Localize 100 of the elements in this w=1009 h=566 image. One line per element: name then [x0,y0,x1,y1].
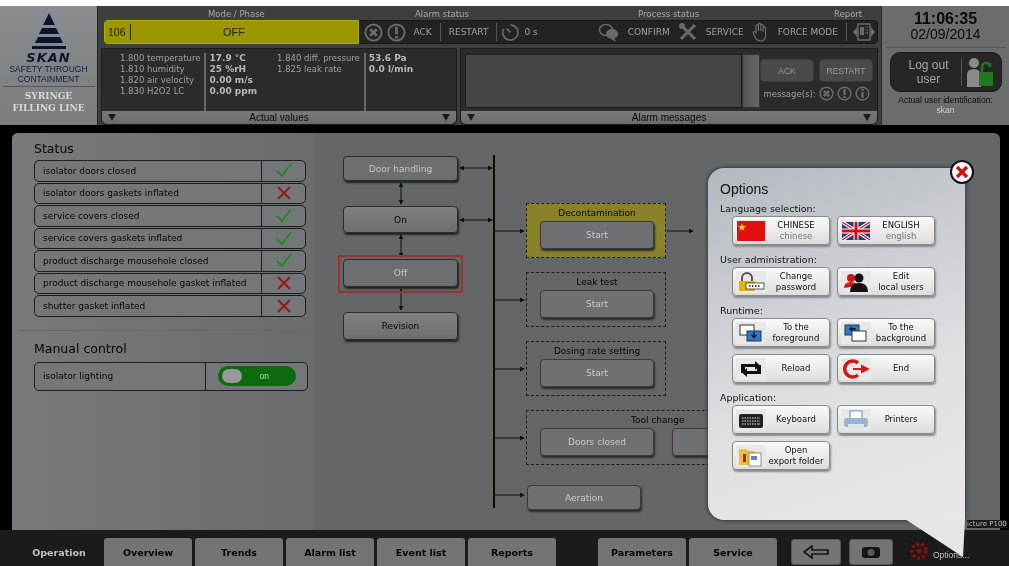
back-button[interactable] [791,539,841,565]
connector-arrow [459,165,493,171]
close-icon [955,165,969,179]
section-title: Manual control [33,340,128,357]
section-title: User administration: [720,253,818,267]
panel-footer-bar[interactable]: Actual values [102,111,456,124]
info-icon [854,86,870,101]
confirm-button[interactable]: CONFIRM [623,27,674,37]
user-id-label: Actual user identification: [898,95,993,105]
status-label: isolator doors closed [42,165,138,176]
caret-down-icon [863,114,871,121]
measurement-label: 1.800 temperature [120,53,201,64]
report-icon [851,22,877,42]
settings-icon[interactable] [902,538,928,562]
option-button[interactable]: CHINESE chinese [732,216,830,245]
measurement-value: 17.9 °C [209,53,247,64]
status-label: product discharge mousehole gasket inflated [42,278,248,289]
status-label: product discharge mousehole closed [42,255,210,266]
nav-tab[interactable]: Alarm list [286,538,374,566]
option-button[interactable]: ENGLISH english [837,216,935,245]
phase-title: Dosing rate setting [552,345,642,358]
connector-arrow [398,234,404,258]
connector-arrow [666,228,694,234]
measurement-label: 1.810 humidity [120,64,186,75]
nav-tab[interactable]: Reports [468,538,556,566]
error-icon [818,86,834,101]
control-label: isolator lighting [42,371,115,381]
arrow-left-icon [803,545,829,559]
warning-icon [836,86,852,101]
stopwatch-icon [501,22,521,42]
users-icon [843,271,869,292]
service-button[interactable]: SERVICE [701,27,748,37]
caret-down-icon [442,114,450,121]
restart-button[interactable]: RESTART [819,59,873,82]
measurement-label: 1.840 diff. pressure [277,53,360,64]
option-button[interactable]: Keyboard [732,405,830,434]
measurement-label: 1.825 leak rate [277,64,343,75]
section-label: Mode / Phase [208,9,265,19]
phase-title: Decontamination [557,207,637,220]
panel-title: Alarm messages [631,112,707,123]
mode-value: OFF [222,26,247,38]
popup-title: Options [720,180,770,198]
connector-arrow [494,492,525,498]
toggle-switch[interactable]: on [217,366,296,386]
options-button[interactable]: Options... [933,550,973,566]
section-label: Process status [638,9,700,19]
chat-icon [597,22,620,42]
measurement-value: 25 %rH [209,64,248,75]
ack-button[interactable]: ACK [760,59,814,82]
option-button[interactable]: Edit local users [837,267,935,296]
option-button[interactable]: To the foreground [732,318,830,347]
panel-footer-bar[interactable]: Alarm messages [461,111,877,124]
measurement-label: 1.830 H2O2 LC [120,86,186,97]
option-button[interactable]: Open export folder [732,441,830,470]
connector-arrow [494,366,525,372]
reload-icon [738,358,764,379]
status-label: shutter gasket inflated [42,300,147,311]
nav-tab[interactable]: Parameters [598,538,686,566]
user-name: skan [936,105,955,115]
section-label: Report [834,9,863,19]
timer-value: 0 s [524,27,538,37]
option-button[interactable]: End [837,354,935,383]
flag-icon [737,220,765,241]
nav-tab[interactable]: Service [689,538,777,566]
connector-arrow [494,435,525,441]
nav-tab[interactable]: Overview [104,538,192,566]
connector-arrow [459,217,493,223]
warning-icon [386,22,406,42]
error-icon [363,22,383,42]
ack-button[interactable]: ACK [409,27,436,37]
mode-button[interactable]: Revision [343,312,458,340]
panel-title: Actual values [249,112,309,123]
option-button[interactable]: Reload [732,354,830,383]
phase-title: Leak test [575,276,619,289]
connector-arrow [494,297,525,303]
windows-icon [843,322,869,343]
measurement-value: 0.00 m/s [209,75,254,86]
option-button[interactable]: Printers [837,405,935,434]
nav-tab[interactable]: Event list [377,538,465,566]
force-mode-button[interactable]: FORCE MODE [773,27,842,37]
user-padlock-icon [964,55,995,89]
line-name: SYRINGE FILLING LINE [12,90,85,114]
phase-title: Tool change [631,414,685,427]
restart-button[interactable]: RESTART [444,27,493,37]
exit-icon [843,358,869,379]
caret-down-icon [108,114,116,121]
camera-icon [861,545,881,559]
scrollbar[interactable] [742,54,760,108]
logout-button[interactable]: Log out user [889,52,1002,92]
measurement-value: 53.6 Pa [368,53,408,64]
connector-arrow [398,288,404,311]
nav-tab[interactable]: Trends [195,538,283,566]
printer-icon [842,409,870,430]
camera-button[interactable] [849,539,893,565]
tagline: SAFETY THROUGH CONTAINMENT [2,64,95,87]
option-button[interactable]: To the background [837,318,935,347]
brand-logo-text: SKAN [26,51,71,64]
padlock-icon [737,271,765,292]
option-button[interactable]: Change password [732,267,830,296]
mode-button[interactable]: On [343,206,458,233]
